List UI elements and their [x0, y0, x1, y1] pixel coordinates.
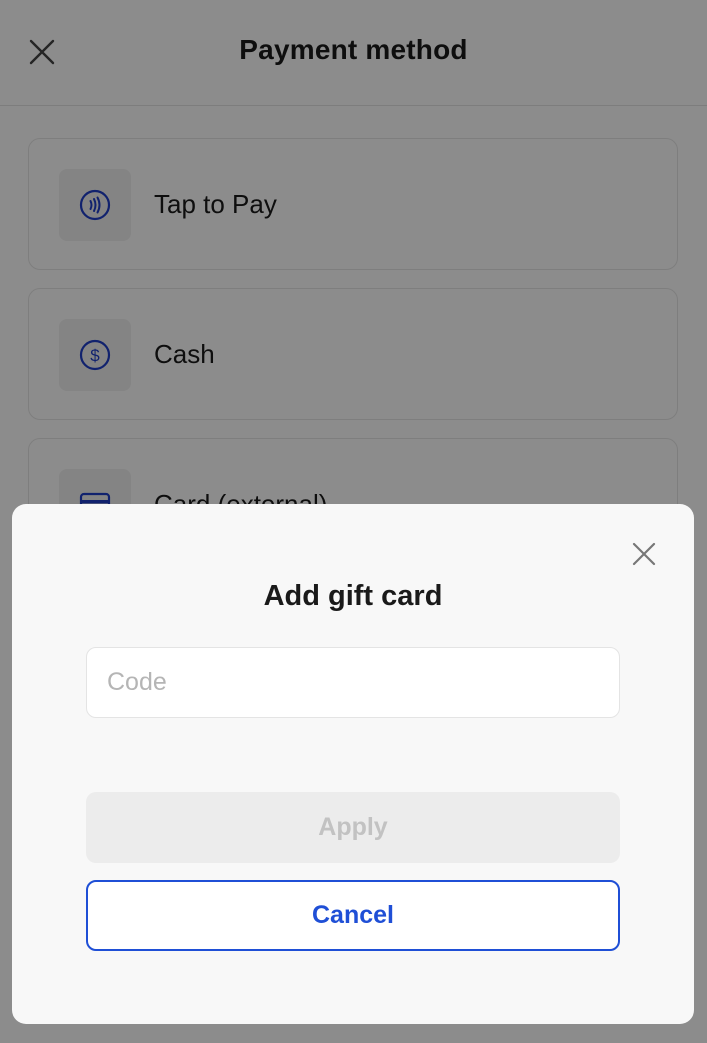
gift-card-code-input[interactable]	[86, 647, 620, 718]
payment-method-screen: Payment method Tap to Pay $ Cash Add gif…	[0, 0, 707, 1043]
add-gift-card-dialog: Add gift card Apply Cancel	[12, 504, 694, 1024]
cancel-button[interactable]: Cancel	[86, 880, 620, 951]
dialog-close-button[interactable]	[624, 534, 664, 574]
apply-button[interactable]: Apply	[86, 792, 620, 863]
close-icon	[632, 542, 656, 566]
dialog-title: Add gift card	[263, 580, 443, 612]
